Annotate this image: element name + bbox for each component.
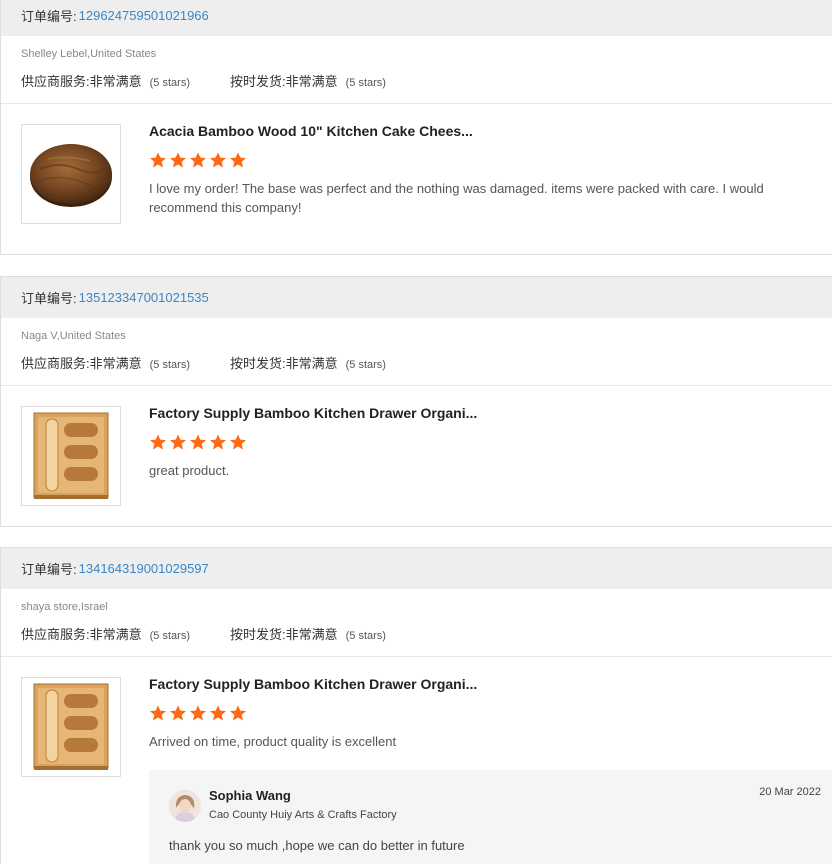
product-title[interactable]: Acacia Bamboo Wood 10" Kitchen Cake Chee… [149,123,473,139]
user-avatar-icon [169,790,201,822]
supplier-service-value: 非常满意 [89,627,142,642]
shipment-label: 按时发货: [229,356,286,371]
product-thumbnail[interactable] [21,677,121,777]
order-number-label: 订单编号: [21,291,77,306]
buyer-info: Shelley Lebel,United States 供应商服务: 非常满意 … [1,36,832,104]
product-title[interactable]: Factory Supply Bamboo Kitchen Drawer Org… [149,405,477,421]
buyer-name: shaya store,Israel [21,601,108,613]
rating-summary: 供应商服务: 非常满意 (5 stars) 按时发货: 非常满意 (5 star… [21,353,386,372]
star-icon [209,705,227,721]
review-card: 订单编号: 129624759501021966 Shelley Lebel,U… [0,0,832,255]
star-icon [189,705,207,721]
review-text: great product. [149,463,230,478]
avatar [169,790,201,822]
order-number-label: 订单编号: [21,562,77,577]
shipment-rating: 按时发货: 非常满意 (5 stars) [230,71,386,90]
review-card: 订单编号: 134164319001029597 shaya store,Isr… [0,547,832,864]
review-stars [149,433,247,451]
shipment-label: 按时发货: [229,74,286,89]
drawer-organizer-image [33,683,109,770]
product-title[interactable]: Factory Supply Bamboo Kitchen Drawer Org… [149,676,477,692]
shipment-rating: 按时发货: 非常满意 (5 stars) [230,624,386,643]
order-number-link[interactable]: 129624759501021966 [79,8,209,23]
buyer-info: shaya store,Israel 供应商服务: 非常满意 (5 stars)… [1,589,832,657]
supplier-reply: Sophia Wang Cao County Huiy Arts & Craft… [149,770,832,864]
order-number-link[interactable]: 134164319001029597 [79,561,209,576]
supplier-service-label: 供应商服务: [21,74,90,89]
review-text: Arrived on time, product quality is exce… [149,734,397,749]
order-header: 订单编号: 129624759501021966 [1,0,832,36]
supplier-service-value: 非常满意 [89,356,142,371]
rating-summary: 供应商服务: 非常满意 (5 stars) 按时发货: 非常满意 (5 star… [21,624,386,643]
product-thumbnail[interactable] [21,406,121,506]
order-number-link[interactable]: 135123347001021535 [79,290,209,305]
star-icon [149,434,167,450]
buyer-name: Shelley Lebel,United States [21,48,157,60]
supplier-service-rating: 供应商服务: 非常满意 (5 stars) [21,353,190,372]
star-icon [229,152,247,168]
star-icon [169,434,187,450]
star-icon [189,152,207,168]
star-icon [149,705,167,721]
supplier-service-value: 非常满意 [89,74,142,89]
buyer-info: Naga V,United States 供应商服务: 非常满意 (5 star… [1,318,832,386]
star-icon [169,152,187,168]
star-icon [189,434,207,450]
star-icon [229,705,247,721]
supplier-service-stars: (5 stars) [149,359,190,371]
shipment-stars: (5 stars) [345,630,386,642]
order-header: 订单编号: 135123347001021535 [1,277,832,318]
drawer-organizer-image [33,412,109,499]
supplier-service-rating: 供应商服务: 非常满意 (5 stars) [21,624,190,643]
supplier-service-stars: (5 stars) [149,77,190,89]
reply-date: 20 Mar 2022 [759,786,821,798]
reply-author-name: Sophia Wang [209,788,291,803]
buyer-name: Naga V,United States [21,330,126,342]
reply-text: thank you so much ,hope we can do better… [169,838,465,853]
review-text: I love my order! The base was perfect an… [149,181,764,215]
supplier-service-stars: (5 stars) [149,630,190,642]
shipment-rating: 按时发货: 非常满意 (5 stars) [230,353,386,372]
shipment-value: 非常满意 [285,74,338,89]
star-icon [149,152,167,168]
order-number-label: 订单编号: [21,9,77,24]
shipment-stars: (5 stars) [345,77,386,89]
round-cutting-board-image [30,144,112,207]
product-thumbnail[interactable] [21,124,121,224]
star-icon [169,705,187,721]
shipment-value: 非常满意 [285,627,338,642]
rating-summary: 供应商服务: 非常满意 (5 stars) 按时发货: 非常满意 (5 star… [21,71,386,90]
star-icon [229,434,247,450]
star-icon [209,434,227,450]
supplier-service-label: 供应商服务: [21,356,90,371]
review-card: 订单编号: 135123347001021535 Naga V,United S… [0,276,832,527]
star-icon [209,152,227,168]
shipment-stars: (5 stars) [345,359,386,371]
reply-company: Cao County Huiy Arts & Crafts Factory [209,809,397,821]
shipment-label: 按时发货: [229,627,286,642]
order-header: 订单编号: 134164319001029597 [1,548,832,589]
review-stars [149,704,247,722]
review-stars [149,151,247,169]
supplier-service-label: 供应商服务: [21,627,90,642]
supplier-service-rating: 供应商服务: 非常满意 (5 stars) [21,71,190,90]
shipment-value: 非常满意 [285,356,338,371]
